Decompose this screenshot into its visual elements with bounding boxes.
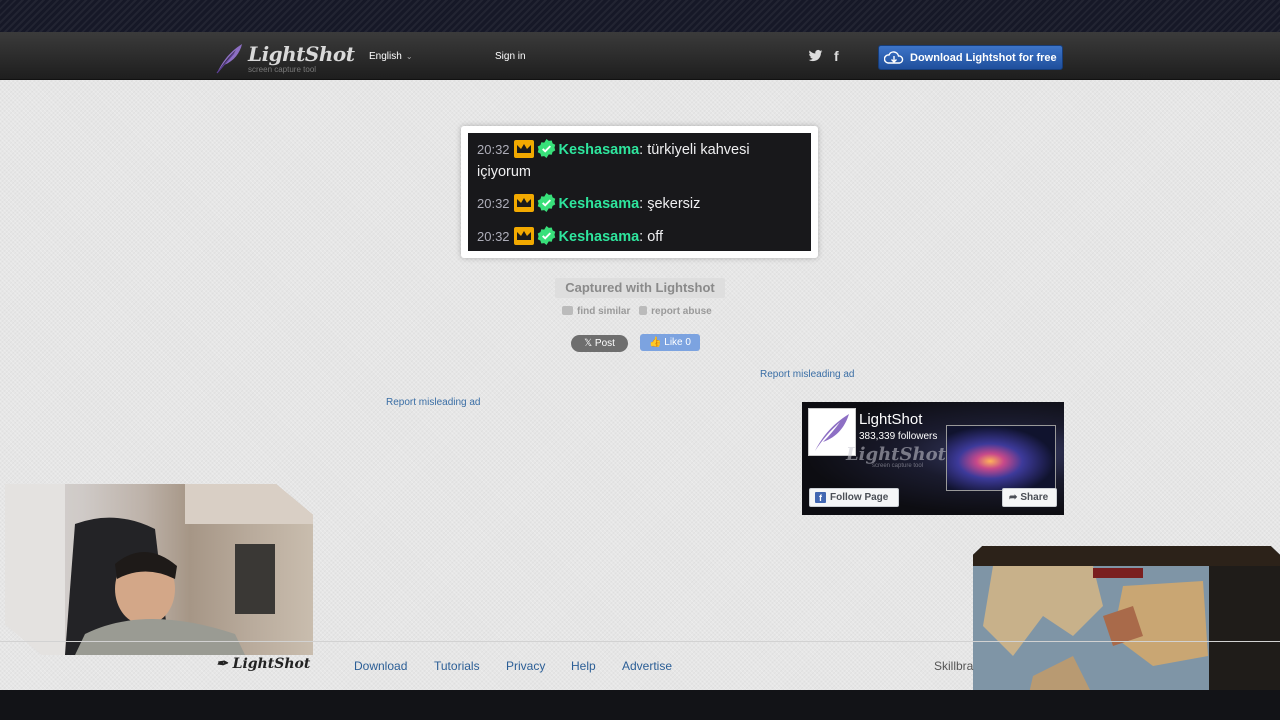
- language-selector[interactable]: English ⌄: [369, 51, 413, 62]
- webcam-feed: [5, 484, 313, 655]
- crown-badge-icon: [513, 140, 534, 158]
- verified-badge-icon: [537, 139, 555, 158]
- facebook-icon[interactable]: f: [834, 48, 839, 64]
- download-button[interactable]: Download Lightshot for free: [878, 45, 1063, 70]
- feather-icon: ✒: [216, 656, 233, 672]
- footer-link-tutorials[interactable]: Tutorials: [434, 659, 480, 673]
- chat-text: : off: [639, 229, 664, 245]
- lightshot-logo[interactable]: LightShot screen capture tool: [214, 41, 355, 75]
- fb-cover-brand: LightShot: [846, 444, 946, 465]
- crown-badge-icon: [513, 194, 534, 212]
- footer-link-privacy[interactable]: Privacy: [506, 659, 545, 673]
- fb-cover-tagline: screen capture tool: [872, 463, 924, 469]
- post-label: Post: [594, 338, 615, 349]
- find-similar-link[interactable]: find similar: [562, 306, 630, 317]
- fb-follow-button[interactable]: f Follow Page: [809, 488, 899, 507]
- share-icon: ➦: [1009, 492, 1018, 503]
- x-post-button[interactable]: 𝕏 Post: [571, 335, 628, 352]
- verified-badge-icon: [537, 193, 555, 212]
- brand-name: LightShot: [248, 42, 355, 66]
- twitter-icon[interactable]: [808, 49, 823, 63]
- language-label: English: [369, 51, 402, 62]
- bottom-bar: [0, 690, 1280, 720]
- footer-logo-text: LightShot: [232, 656, 311, 672]
- screenshot-image[interactable]: 20:32 Keshasama: türkiyeli kahvesi içiyor…: [461, 126, 818, 258]
- chat-text: : türkiyeli kahvesi: [639, 142, 750, 158]
- fb-cover-screenshot: [946, 425, 1056, 491]
- chat-text-wrap: içiyorum: [477, 164, 531, 180]
- footer-logo[interactable]: ✒ LightShot: [216, 656, 310, 672]
- facebook-like-button[interactable]: 👍 Like 0: [640, 334, 700, 351]
- download-cloud-icon: [884, 50, 904, 64]
- footer-link-advertise[interactable]: Advertise: [622, 659, 672, 673]
- chat-username: Keshasama: [558, 142, 640, 158]
- fb-share-button[interactable]: ➦ Share: [1002, 488, 1057, 507]
- report-abuse-label: report abuse: [651, 306, 712, 317]
- chat-message: 20:32 Keshasama: türkiyeli kahvesi içiyor…: [477, 139, 750, 183]
- chat-time: 20:32: [477, 229, 510, 244]
- report-misleading-ad-link[interactable]: Report misleading ad: [386, 397, 481, 408]
- streamer-webcam-overlay: [5, 484, 313, 655]
- chat-time: 20:32: [477, 196, 510, 211]
- report-misleading-ad-link[interactable]: Report misleading ad: [760, 369, 855, 380]
- chat-time: 20:32: [477, 142, 510, 157]
- footer-link-help[interactable]: Help: [571, 659, 596, 673]
- download-button-label: Download Lightshot for free: [910, 51, 1057, 64]
- verified-badge-icon: [537, 226, 555, 245]
- chevron-down-icon: ⌄: [405, 52, 413, 61]
- site-header: LightShot screen capture tool English ⌄ S…: [0, 32, 1280, 80]
- like-label: Like 0: [664, 337, 691, 348]
- image-actions: find similar report abuse: [562, 306, 718, 317]
- fb-share-label: Share: [1020, 492, 1049, 503]
- chat-username: Keshasama: [558, 229, 640, 245]
- crown-badge-icon: [513, 227, 534, 245]
- footer-link-partner[interactable]: Skillbra: [934, 659, 973, 673]
- sign-in-link[interactable]: Sign in: [495, 51, 526, 62]
- chat-message: 20:32 Keshasama: şekersiz: [477, 193, 700, 215]
- camera-icon: [562, 306, 573, 315]
- chat-message: 20:32 Keshasama: off: [477, 226, 663, 248]
- x-icon: 𝕏: [584, 338, 595, 349]
- chat-username: Keshasama: [558, 196, 640, 212]
- footer-divider: [0, 641, 1280, 642]
- brand-tagline: screen capture tool: [248, 65, 317, 74]
- fb-follow-label: Follow Page: [830, 492, 889, 503]
- chat-text: : şekersiz: [639, 196, 701, 212]
- footer-link-download[interactable]: Download: [354, 659, 407, 673]
- document-icon: [639, 306, 648, 315]
- find-similar-label: find similar: [577, 306, 631, 317]
- facebook-icon: f: [815, 492, 826, 503]
- report-abuse-link[interactable]: report abuse: [639, 306, 712, 317]
- thumbs-up-icon: 👍: [649, 337, 665, 348]
- feather-icon: [216, 44, 242, 74]
- fb-followers-count: 383,339 followers: [859, 431, 938, 442]
- chat-screenshot: 20:32 Keshasama: türkiyeli kahvesi içiyor…: [468, 133, 811, 251]
- captured-with-label: Captured with Lightshot: [555, 278, 725, 298]
- fb-page-name[interactable]: LightShot: [859, 411, 922, 428]
- window-top-stripe: [0, 0, 1280, 32]
